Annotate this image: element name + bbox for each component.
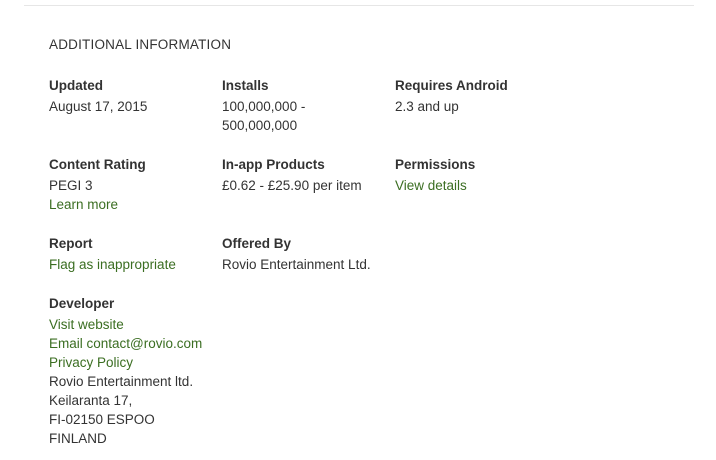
additional-information-page: ADDITIONAL INFORMATION Updated August 17… bbox=[0, 0, 716, 460]
meta-in-app-products-value: £0.62 - £25.90 per item bbox=[222, 178, 362, 193]
developer-address-line: FI-02150 ESPOO bbox=[49, 412, 155, 427]
learn-more-link[interactable]: Learn more bbox=[49, 197, 118, 212]
meta-content-rating-value: PEGI 3 bbox=[49, 178, 93, 193]
meta-developer-title: Developer bbox=[49, 296, 115, 311]
flag-as-inappropriate-link[interactable]: Flag as inappropriate bbox=[49, 257, 176, 272]
meta-updated: Updated August 17, 2015 bbox=[49, 76, 147, 116]
meta-report-title: Report bbox=[49, 236, 93, 251]
developer-address-line: FINLAND bbox=[49, 431, 107, 446]
meta-in-app-products-title: In-app Products bbox=[222, 157, 325, 172]
meta-permissions-title: Permissions bbox=[395, 157, 476, 172]
meta-installs: Installs 100,000,000 - 500,000,000 bbox=[222, 76, 305, 135]
developer-address-line: Keilaranta 17, bbox=[49, 393, 133, 408]
privacy-policy-link[interactable]: Privacy Policy bbox=[49, 355, 133, 370]
meta-requires-android-title: Requires Android bbox=[395, 78, 508, 93]
meta-report: Report Flag as inappropriate bbox=[49, 234, 176, 274]
meta-offered-by: Offered By Rovio Entertainment Ltd. bbox=[222, 234, 371, 274]
meta-developer: Developer Visit website Email contact@ro… bbox=[49, 294, 202, 448]
meta-content-rating: Content Rating PEGI 3 Learn more bbox=[49, 155, 146, 214]
meta-in-app-products: In-app Products £0.62 - £25.90 per item bbox=[222, 155, 362, 195]
visit-website-link[interactable]: Visit website bbox=[49, 317, 124, 332]
meta-permissions: Permissions View details bbox=[395, 155, 475, 195]
developer-address-line: Rovio Entertainment ltd. bbox=[49, 374, 194, 389]
section-title: ADDITIONAL INFORMATION bbox=[49, 37, 232, 52]
meta-updated-title: Updated bbox=[49, 78, 103, 93]
meta-content-rating-title: Content Rating bbox=[49, 157, 146, 172]
meta-installs-value-line1: 100,000,000 - bbox=[222, 99, 306, 114]
email-developer-link[interactable]: Email contact@rovio.com bbox=[49, 336, 202, 351]
meta-installs-value-line2: 500,000,000 bbox=[222, 118, 298, 133]
top-divider bbox=[24, 5, 694, 6]
meta-installs-title: Installs bbox=[222, 78, 269, 93]
meta-requires-android: Requires Android 2.3 and up bbox=[395, 76, 508, 116]
meta-updated-value: August 17, 2015 bbox=[49, 99, 148, 114]
meta-offered-by-value: Rovio Entertainment Ltd. bbox=[222, 257, 371, 272]
meta-requires-android-value: 2.3 and up bbox=[395, 99, 459, 114]
meta-offered-by-title: Offered By bbox=[222, 236, 292, 251]
view-details-link[interactable]: View details bbox=[395, 178, 467, 193]
